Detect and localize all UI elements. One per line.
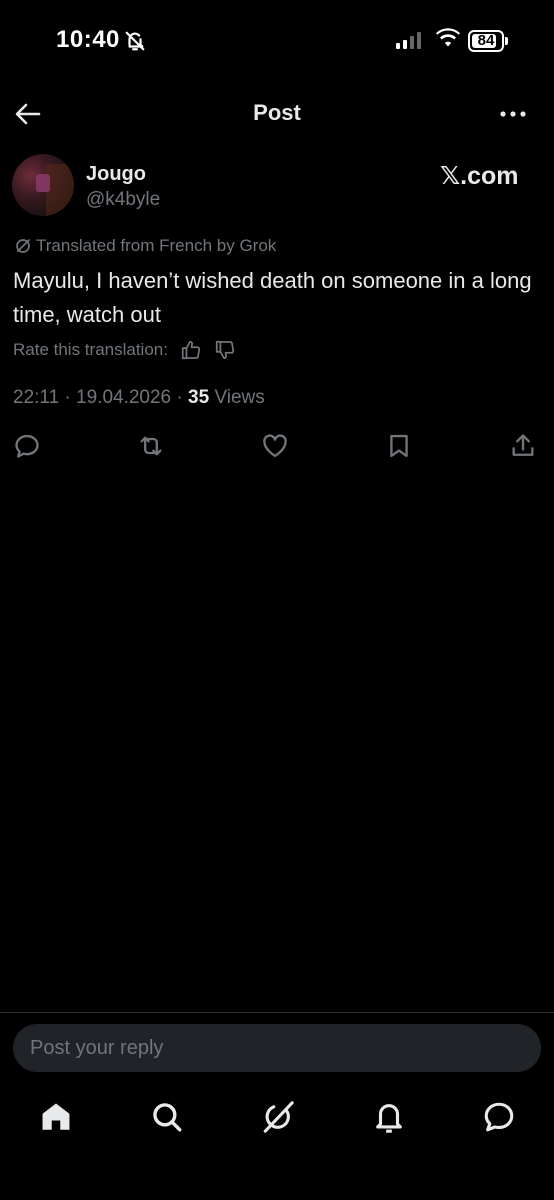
bell-off-icon	[124, 30, 146, 52]
messages-icon[interactable]	[482, 1100, 516, 1134]
post-time: 22:11	[13, 387, 60, 408]
share-icon[interactable]	[509, 432, 537, 460]
views-label: Views	[214, 387, 265, 408]
repost-icon[interactable]	[137, 432, 165, 460]
status-time: 10:40	[56, 26, 120, 53]
home-icon[interactable]	[39, 1100, 73, 1134]
grok-icon[interactable]	[261, 1100, 295, 1134]
translation-note-text: Translated from French by Grok	[36, 236, 277, 255]
more-icon[interactable]	[498, 104, 528, 124]
signal-icon	[396, 32, 421, 49]
post-text: Mayulu, I haven’t wished death on someon…	[13, 268, 532, 327]
bookmark-icon[interactable]	[385, 432, 413, 460]
thumbs-up-icon[interactable]	[180, 339, 202, 361]
reply-input[interactable]: Post your reply	[13, 1024, 541, 1072]
brand-label: 𝕏.com	[440, 162, 519, 190]
like-icon[interactable]	[261, 432, 289, 460]
reply-divider	[0, 1012, 554, 1013]
post-meta: 22:11 · 19.04.2026 · 35 Views	[13, 387, 265, 408]
wifi-icon	[436, 28, 460, 48]
grok-icon	[14, 237, 32, 255]
page-title: Post	[253, 100, 301, 125]
rate-label: Rate this translation:	[13, 340, 168, 359]
battery-tip	[505, 37, 508, 45]
battery-level: 84	[477, 32, 495, 49]
views-count: 35	[188, 387, 210, 408]
translation-note: Translated from French by Grok	[14, 236, 276, 256]
rate-translation: Rate this translation:	[13, 339, 236, 361]
avatar[interactable]	[12, 154, 74, 216]
search-icon[interactable]	[150, 1100, 184, 1134]
author-handle[interactable]: @k4byle	[86, 189, 160, 211]
battery-icon: 84	[468, 30, 504, 52]
post-date: 19.04.2026	[76, 387, 172, 408]
notifications-icon[interactable]	[372, 1100, 406, 1134]
author-name[interactable]: Jougo	[86, 163, 146, 186]
thumbs-down-icon[interactable]	[214, 339, 236, 361]
reply-icon[interactable]	[13, 432, 41, 460]
